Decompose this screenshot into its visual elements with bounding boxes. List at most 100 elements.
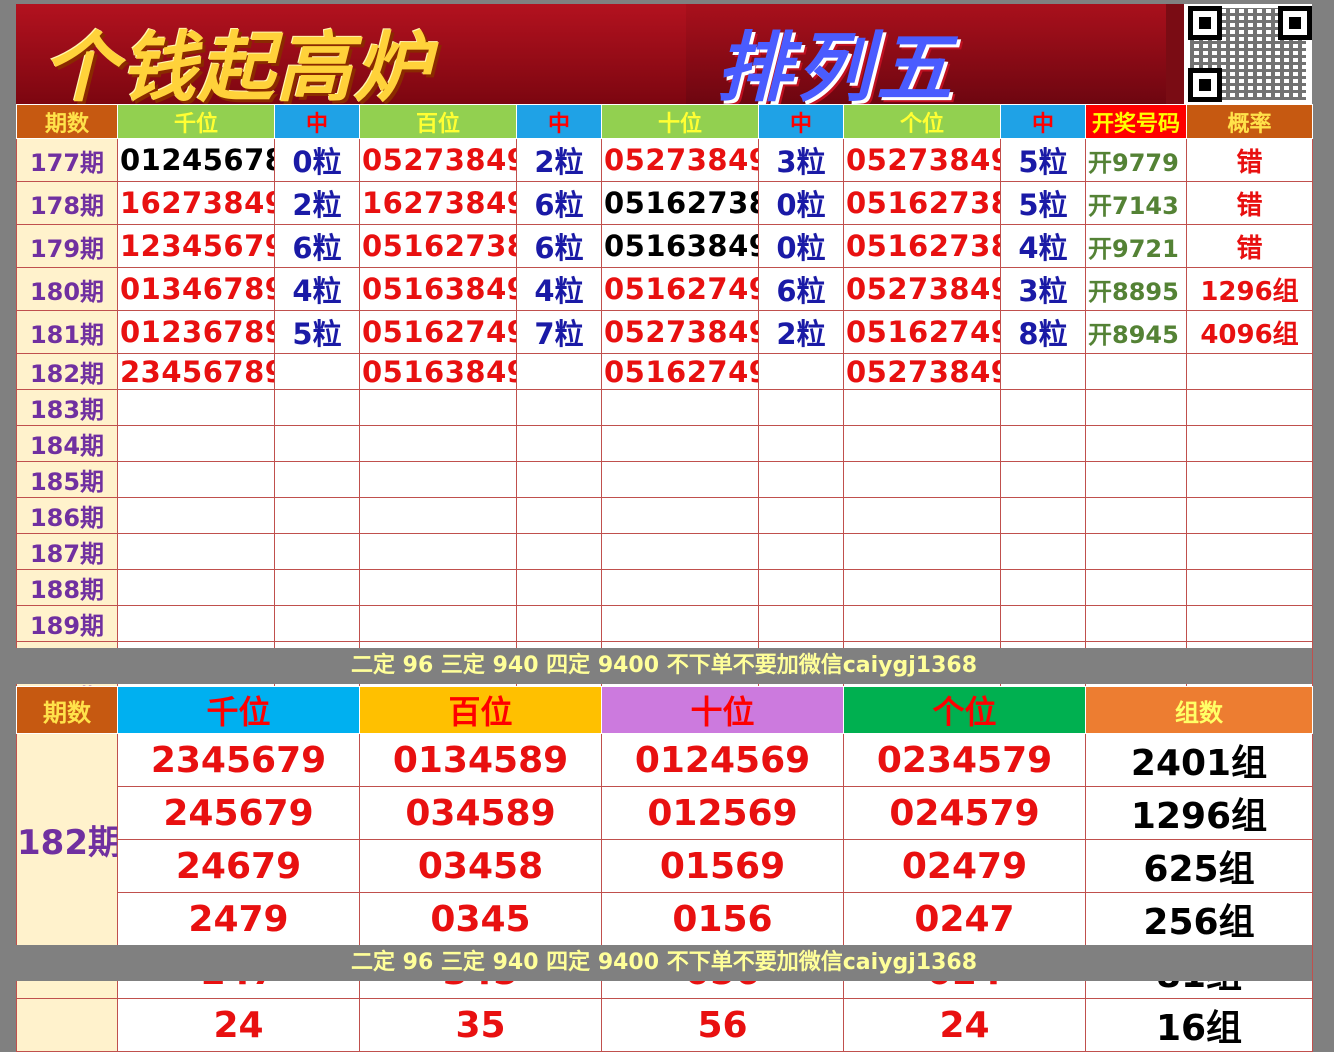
gewei-cell: 0234579: [843, 733, 1086, 787]
gewei-cell: 0247: [843, 892, 1086, 946]
hit-count-cell: 5粒: [1000, 181, 1086, 225]
qianwei-cell: [117, 497, 275, 534]
hit-count-cell: [758, 569, 844, 606]
hit-count-cell: [758, 425, 844, 462]
probability-cell: 错: [1186, 181, 1313, 225]
probability-cell: 错: [1186, 138, 1313, 182]
qianwei-cell: [117, 425, 275, 462]
hit-count-cell: 6粒: [274, 224, 360, 268]
hit-count-cell: [758, 353, 844, 390]
hit-count-cell: [1000, 569, 1086, 606]
header-hit: 中: [516, 104, 602, 139]
shiwei-cell: [601, 533, 759, 570]
hit-count-cell: [758, 533, 844, 570]
baiwei-cell: [359, 533, 517, 570]
table-row: 245679 034589 012569 024579 1296组: [17, 786, 1313, 840]
group-count-cell: 2401组: [1085, 733, 1313, 787]
gewei-cell: 05273849: [843, 138, 1001, 182]
gewei-cell: 05162738: [843, 181, 1001, 225]
hit-count-cell: [1000, 389, 1086, 426]
shiwei-cell: 05273849: [601, 310, 759, 354]
baiwei-cell: [359, 389, 517, 426]
table-row: 189期: [16, 605, 1313, 642]
hit-count-cell: [758, 461, 844, 498]
hit-count-cell: 2粒: [274, 181, 360, 225]
period-cell: 189期: [16, 605, 118, 642]
probability-cell: [1186, 389, 1313, 426]
table-row: 2479 0345 0156 0247 256组: [17, 892, 1313, 946]
shiwei-cell: 012569: [601, 786, 844, 840]
baiwei-cell: 35: [359, 998, 602, 1052]
shiwei-cell: [601, 569, 759, 606]
baiwei-cell: [359, 605, 517, 642]
gewei-cell: [843, 389, 1001, 426]
hit-count-cell: 6粒: [516, 224, 602, 268]
hit-count-cell: [516, 353, 602, 390]
hit-count-cell: 6粒: [758, 267, 844, 311]
qianwei-cell: [117, 389, 275, 426]
gewei-cell: [843, 569, 1001, 606]
footer-notice: 二定 96 三定 940 四定 9400 不下单不要加微信caiygj1368: [16, 648, 1312, 684]
probability-cell: 4096组: [1186, 310, 1313, 354]
hit-count-cell: 3粒: [1000, 267, 1086, 311]
probability-cell: [1186, 425, 1313, 462]
header-period: 期数: [16, 686, 118, 734]
qianwei-cell: 01236789: [117, 310, 275, 354]
table-row: 187期: [16, 533, 1313, 570]
table-row: 179期 12345679 6粒 05162738 6粒 05163849 0粒 051627…: [16, 224, 1313, 268]
shiwei-cell: 05163849: [601, 224, 759, 268]
header-shiwei: 十位: [601, 686, 844, 734]
shiwei-cell: [601, 497, 759, 534]
hit-count-cell: [274, 389, 360, 426]
baiwei-cell: 05162749: [359, 310, 517, 354]
draw-number-cell: [1085, 461, 1187, 498]
table-row: 185期: [16, 461, 1313, 498]
qianwei-cell: [117, 605, 275, 642]
period-cell: 184期: [16, 425, 118, 462]
draw-number-cell: 开9779: [1085, 138, 1187, 182]
table-row: 178期 16273849 2粒 16273849 6粒 05162738 0粒 051627…: [16, 181, 1313, 225]
gewei-cell: 05273849: [843, 267, 1001, 311]
group-count-cell: 1296组: [1085, 786, 1313, 840]
header-qianwei: 千位: [117, 686, 360, 734]
probability-cell: [1186, 533, 1313, 570]
period-cell: 181期: [16, 310, 118, 354]
qianwei-cell: 01346789: [117, 267, 275, 311]
header-banner: 个钱起高炉 排列五: [16, 4, 1312, 104]
qianwei-cell: [117, 461, 275, 498]
gewei-cell: [843, 461, 1001, 498]
baiwei-cell: 16273849: [359, 181, 517, 225]
hit-count-cell: [1000, 461, 1086, 498]
shiwei-cell: [601, 389, 759, 426]
hit-count-cell: [274, 353, 360, 390]
hit-count-cell: 2粒: [516, 138, 602, 182]
hit-count-cell: 4粒: [516, 267, 602, 311]
gewei-cell: 24: [843, 998, 1086, 1052]
group-count-cell: 625组: [1085, 839, 1313, 893]
hit-count-cell: 4粒: [274, 267, 360, 311]
period-cell: 182期: [16, 353, 118, 390]
hit-count-cell: [1000, 353, 1086, 390]
period-cell: 180期: [16, 267, 118, 311]
shiwei-cell: 05162738: [601, 181, 759, 225]
header-draw-number: 开奖号码: [1085, 104, 1187, 139]
qianwei-cell: 01245678: [117, 138, 275, 182]
probability-cell: [1186, 569, 1313, 606]
table-row: 183期: [16, 389, 1313, 426]
footer-notice: 二定 96 三定 940 四定 9400 不下单不要加微信caiygj1368: [16, 945, 1312, 981]
baiwei-cell: [359, 569, 517, 606]
table-row: 24 35 56 24 16组: [16, 998, 1313, 1052]
baiwei-cell: [359, 425, 517, 462]
draw-number-cell: 开8945: [1085, 310, 1187, 354]
period-cell: 182期: [16, 733, 118, 946]
hit-count-cell: 2粒: [758, 310, 844, 354]
period-cell-empty: [16, 998, 118, 1052]
header-qianwei: 千位: [117, 104, 275, 139]
period-cell: 179期: [16, 224, 118, 268]
hit-count-cell: [274, 497, 360, 534]
qianwei-cell: 2479: [117, 892, 360, 946]
history-table: 期数 千位 中 百位 中 十位 中 个位 中 开奖号码 概率 177期 01245…: [16, 104, 1313, 714]
qr-code-icon: [1184, 4, 1312, 104]
draw-number-cell: [1085, 353, 1187, 390]
header-baiwei: 百位: [359, 104, 517, 139]
